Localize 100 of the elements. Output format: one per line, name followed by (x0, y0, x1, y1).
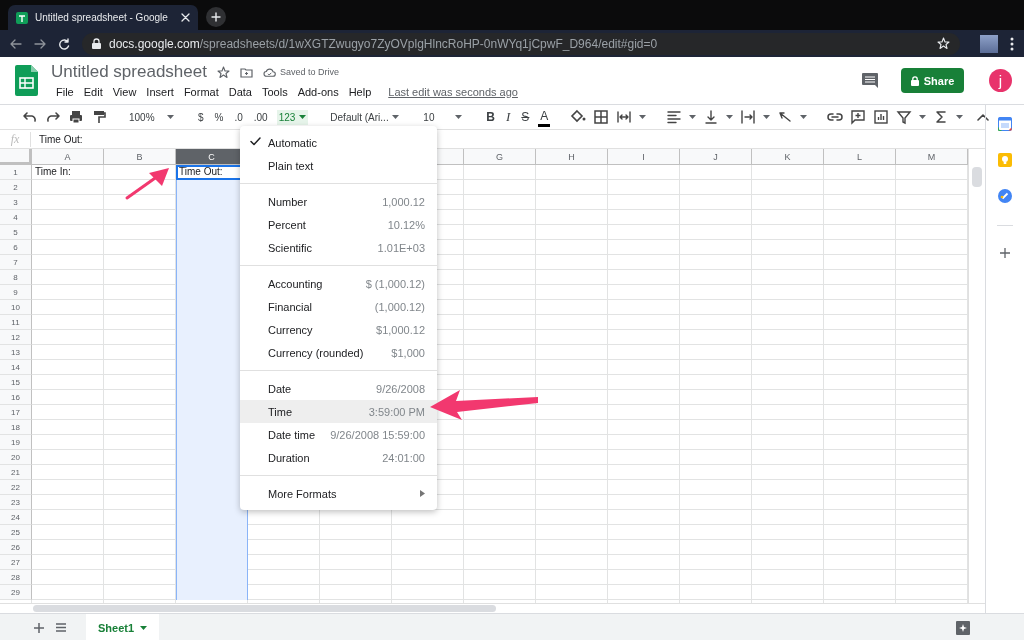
folder-icon[interactable] (239, 66, 253, 78)
menu-option[interactable]: Date time 9/26/2008 15:59:00 (240, 423, 437, 446)
caret-icon[interactable] (956, 115, 964, 119)
row-header[interactable]: 26 (0, 540, 32, 555)
strikethrough-button[interactable]: S (519, 108, 532, 126)
add-comment-icon[interactable] (850, 109, 867, 125)
menu-option[interactable]: Accounting $ (1,000.12) (240, 272, 437, 295)
address-bar[interactable]: docs.google.com/spreadsheets/d/1wXGTZwugyo7ZyOVplgHlncRoHP-0nWYq1jCpwF_D964/edit#gid=0 (82, 32, 960, 55)
caret-icon[interactable] (299, 115, 307, 119)
row-header[interactable]: 27 (0, 555, 32, 570)
zoom-select[interactable]: 100% (127, 109, 176, 125)
menu-item[interactable]: Data (223, 85, 257, 99)
column-header[interactable]: L (824, 149, 896, 165)
align-left-icon[interactable] (666, 109, 683, 125)
menu-option[interactable]: Currency $1,000.12 (240, 318, 437, 341)
scrollbar-thumb[interactable] (972, 167, 982, 187)
row-header[interactable]: 22 (0, 480, 32, 495)
profile-icon[interactable] (980, 34, 998, 53)
row-header[interactable]: 15 (0, 375, 32, 390)
calendar-icon[interactable] (998, 117, 1012, 131)
vertical-align-icon[interactable] (703, 109, 720, 125)
scrollbar-thumb[interactable] (33, 605, 496, 612)
caret-icon[interactable] (639, 115, 647, 119)
menu-item[interactable]: Edit (78, 85, 108, 99)
plus-icon[interactable] (1000, 248, 1010, 258)
menu-option[interactable]: Time 3:59:00 PM (240, 400, 437, 423)
italic-button[interactable]: I (504, 107, 513, 127)
row-header[interactable]: 25 (0, 525, 32, 540)
print-icon[interactable] (68, 109, 84, 125)
menu-item[interactable]: Help (343, 85, 377, 99)
row-header[interactable]: 16 (0, 390, 32, 405)
row-header[interactable]: 12 (0, 330, 32, 345)
star-icon[interactable] (216, 65, 230, 79)
column-header[interactable]: I (608, 149, 680, 165)
row-header[interactable]: 28 (0, 570, 32, 585)
menu-item[interactable]: Tools (256, 85, 293, 99)
caret-icon[interactable] (726, 115, 734, 119)
explore-icon[interactable] (956, 620, 970, 635)
column-header[interactable]: G (464, 149, 536, 165)
sheets-logo-icon[interactable] (15, 65, 38, 96)
redo-icon[interactable] (45, 109, 61, 125)
merge-cells-icon[interactable] (616, 109, 633, 125)
borders-icon[interactable] (593, 109, 610, 125)
caret-icon[interactable] (166, 115, 174, 119)
row-header[interactable]: 6 (0, 240, 32, 255)
column-header[interactable]: B (104, 149, 176, 165)
text-color-button[interactable]: A (538, 107, 551, 127)
paint-format-icon[interactable] (91, 109, 107, 125)
caret-icon[interactable] (763, 115, 771, 119)
undo-icon[interactable] (22, 109, 38, 125)
account-avatar[interactable]: j (989, 69, 1012, 92)
menu-option[interactable]: Number 1,000.12 (240, 190, 437, 213)
row-header[interactable]: 14 (0, 360, 32, 375)
last-edit-link[interactable]: Last edit was seconds ago (388, 86, 518, 98)
filter-icon[interactable] (896, 109, 913, 125)
chart-icon[interactable] (873, 109, 890, 125)
sheet-list-icon[interactable] (56, 623, 66, 632)
menu-option[interactable]: Duration 24:01:00 (240, 446, 437, 469)
row-header[interactable]: 4 (0, 210, 32, 225)
percent-format-button[interactable]: % (212, 109, 226, 125)
menu-option[interactable]: Scientific 1.01E+03 (240, 236, 437, 259)
formula-input[interactable]: Time Out: (31, 133, 83, 145)
row-header[interactable]: 10 (0, 300, 32, 315)
document-title[interactable]: Untitled spreadsheet (51, 62, 207, 82)
currency-format-button[interactable]: $ (195, 109, 206, 125)
sheet-tab[interactable]: Sheet1 (86, 614, 160, 640)
row-header[interactable]: 2 (0, 180, 32, 195)
new-tab-button[interactable] (206, 7, 226, 27)
caret-icon[interactable] (140, 625, 148, 630)
row-header[interactable]: 8 (0, 270, 32, 285)
forward-icon[interactable] (34, 37, 46, 50)
menu-item[interactable]: Format (178, 85, 224, 99)
caret-icon[interactable] (392, 115, 400, 119)
row-header[interactable]: 19 (0, 435, 32, 450)
menu-option[interactable]: Percent 10.12% (240, 213, 437, 236)
row-header[interactable]: 18 (0, 420, 32, 435)
browser-tab[interactable]: Untitled spreadsheet - Google (8, 5, 198, 30)
row-header[interactable]: 11 (0, 315, 32, 330)
caret-icon[interactable] (455, 115, 463, 119)
row-header[interactable]: 29 (0, 585, 32, 600)
collapse-icon[interactable] (977, 113, 990, 121)
add-sheet-icon[interactable] (34, 622, 44, 633)
text-wrap-icon[interactable] (740, 109, 757, 125)
row-header[interactable]: 20 (0, 450, 32, 465)
column-header[interactable]: K (752, 149, 824, 165)
font-size-select[interactable]: 10 (421, 109, 465, 125)
bold-button[interactable]: B (484, 108, 497, 126)
menu-option[interactable]: Currency (rounded) $1,000 (240, 341, 437, 364)
column-header[interactable]: A (32, 149, 104, 165)
row-header[interactable]: 5 (0, 225, 32, 240)
increase-decimals-button[interactable]: .00 (251, 109, 270, 125)
column-header[interactable]: J (680, 149, 752, 165)
menu-option[interactable]: Financial (1,000.12) (240, 295, 437, 318)
row-header[interactable]: 3 (0, 195, 32, 210)
reload-icon[interactable] (58, 37, 70, 50)
row-header[interactable]: 9 (0, 285, 32, 300)
tasks-icon[interactable] (998, 189, 1012, 203)
menu-item[interactable]: Add-ons (292, 85, 344, 99)
menu-item[interactable]: Insert (141, 85, 179, 99)
close-icon[interactable] (181, 13, 190, 22)
